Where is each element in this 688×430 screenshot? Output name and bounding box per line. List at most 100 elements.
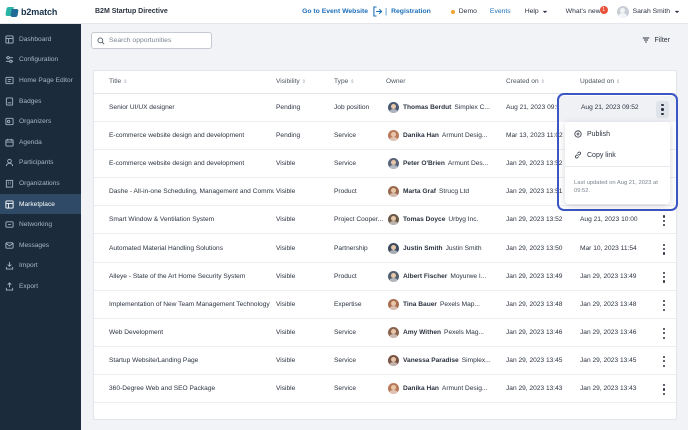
sidebar-item-badges[interactable]: Badges	[0, 91, 81, 112]
row-owner[interactable]: Amy Withen Pexels Mag...	[388, 319, 500, 346]
row-owner[interactable]: Danika Han Armunt Desig...	[388, 375, 500, 402]
row-owner[interactable]: Vanessa Paradise Simplex...	[388, 347, 500, 374]
menu-divider	[565, 166, 670, 167]
owner-avatar	[388, 102, 399, 114]
owner-avatar	[388, 186, 399, 198]
whats-new-button[interactable]: What's new 1	[565, 6, 608, 15]
row-title[interactable]: Implementation of New Team Management Te…	[109, 291, 274, 318]
row-title[interactable]: Dashe - All-in-one Scheduling, Managemen…	[109, 178, 274, 205]
table-row[interactable]: Implementation of New Team Management Te…	[94, 291, 676, 319]
row-type: Product	[334, 272, 357, 280]
sort-icon: ⇕	[123, 78, 128, 85]
sidebar-item-configuration[interactable]: Configuration	[0, 50, 81, 71]
sidebar-item-import[interactable]: Import	[0, 256, 81, 277]
events-link[interactable]: Events	[490, 8, 511, 15]
help-label: Help	[524, 8, 539, 15]
sidebar-item-dashboard[interactable]: Dashboard	[0, 29, 81, 50]
table-row[interactable]: 360-Degree Web and SEO Package Visible Ser…	[94, 375, 676, 404]
brand[interactable]: b2match	[0, 6, 81, 18]
sidebar-item-messages[interactable]: Messages	[0, 235, 81, 256]
sidebar-item-marketplace[interactable]: Marketplace	[0, 193, 81, 215]
row-owner[interactable]: Albert Fischer Moyurwe I...	[388, 263, 500, 290]
registration-link[interactable]: Registration	[391, 8, 431, 15]
column-header-type[interactable]: Type ⇕	[334, 78, 355, 85]
more-options-icon[interactable]	[662, 299, 666, 311]
row-type: Product	[334, 188, 357, 196]
more-options-icon[interactable]	[662, 243, 666, 255]
row-title[interactable]: 360-Degree Web and SEO Package	[109, 375, 274, 402]
sidebar-item-agenda[interactable]: Agenda	[0, 132, 81, 153]
search-box[interactable]	[91, 32, 212, 49]
link-icon	[574, 151, 582, 159]
sidebar-item-organizations[interactable]: Organizations	[0, 173, 81, 194]
go-to-event-link[interactable]: Go to Event Website	[302, 8, 368, 15]
more-options-icon[interactable]	[662, 384, 666, 395]
row-context-menu: Publish Copy link Last updated on Aug 21…	[565, 122, 670, 204]
sidebar-item-label: Networking	[19, 221, 52, 229]
row-title[interactable]: Startup Website/Landing Page	[109, 347, 274, 374]
filter-button[interactable]: Filter	[642, 36, 670, 44]
row-visibility: Visible	[276, 272, 296, 280]
sidebar-item-export[interactable]: Export	[0, 276, 81, 297]
table-row[interactable]: Alleye - State of the Art Home Security …	[94, 263, 676, 291]
row-type: Expertise	[334, 300, 362, 308]
home-page-editor-icon	[5, 76, 14, 85]
owner-name: Justin Smith	[403, 244, 443, 252]
row-title[interactable]: Web Development	[109, 319, 274, 346]
row-owner[interactable]: Tina Bauer Pexels Map...	[388, 291, 500, 318]
sidebar-item-organizers[interactable]: Organizers	[0, 111, 81, 132]
row-title[interactable]: E-commerce website design and developmen…	[109, 122, 274, 149]
row-owner[interactable]: Marta Graf Strucg Ltd	[388, 178, 500, 205]
column-header-visibility[interactable]: Visibility ⇕	[276, 78, 306, 85]
row-owner[interactable]: Tomas Doyce Urbyg Inc.	[388, 206, 500, 233]
whats-new-count-badge: 1	[599, 6, 608, 14]
owner-organization: Urbyg Inc.	[448, 216, 479, 224]
more-options-icon[interactable]	[662, 271, 666, 283]
help-menu[interactable]: Help	[525, 8, 548, 15]
more-options-icon[interactable]	[662, 327, 666, 339]
table-row[interactable]: Startup Website/Landing Page Visible Servi…	[94, 347, 676, 375]
row-title[interactable]: Smart Window & Ventilation System	[109, 206, 274, 233]
table-row[interactable]: Automated Material Handling Solutions Vis…	[94, 235, 676, 263]
search-input[interactable]	[109, 37, 209, 44]
row-owner[interactable]: Peter O'Brien Armunt Des...	[388, 150, 500, 177]
copy-link-menu-item[interactable]: Copy link	[574, 151, 616, 159]
row-title[interactable]: Automated Material Handling Solutions	[109, 235, 274, 262]
whats-new-label: What's new	[565, 8, 601, 15]
user-name: Sarah Smith	[632, 8, 670, 15]
sidebar-item-networking[interactable]: Networking	[0, 214, 81, 235]
toolbar: Filter	[81, 24, 688, 62]
table-row[interactable]: Web Development Visible Service Amy Withen P…	[94, 319, 676, 347]
sort-icon: ⇕	[350, 78, 355, 85]
row-owner[interactable]: Thomas Berdut Simplex C...	[388, 94, 500, 121]
more-options-icon[interactable]	[662, 215, 666, 227]
sidebar-item-home-page-editor[interactable]: Home Page Editor	[0, 70, 81, 91]
row-title[interactable]: Alleye - State of the Art Home Security …	[109, 263, 274, 290]
sidebar-item-label: Dashboard	[19, 35, 52, 43]
row-title[interactable]: E-commerce website design and developmen…	[109, 150, 274, 177]
row-type: Service	[334, 160, 356, 168]
owner-organization: Armunt Desig...	[441, 132, 488, 140]
demo-indicator[interactable]: Demo	[450, 8, 477, 15]
owner-avatar	[388, 242, 399, 254]
sidebar-item-participants[interactable]: Participants	[0, 153, 81, 174]
owner-name: Amy Withen	[403, 328, 442, 336]
column-header-updated-on[interactable]: Updated on ⇕	[580, 78, 620, 85]
external-link-icon[interactable]	[373, 6, 383, 17]
column-header-title[interactable]: Title ⇕	[109, 78, 127, 85]
row-title[interactable]: Senior UI/UX designer	[109, 94, 274, 121]
owner-avatar	[388, 158, 399, 170]
user-menu[interactable]: Sarah Smith	[616, 5, 680, 18]
sidebar-item-label: Organizations	[19, 179, 60, 187]
top-right-nav: Go to Event Website | Registration Demo …	[302, 0, 688, 24]
owner-avatar	[388, 383, 399, 395]
networking-icon	[5, 220, 14, 229]
more-options-icon[interactable]	[662, 355, 666, 367]
row-updated-on: Jan 29, 2023 13:46	[580, 328, 637, 336]
row-owner[interactable]: Justin Smith Justin Smith	[388, 235, 500, 262]
sidebar-item-label: Agenda	[19, 138, 42, 146]
row-owner[interactable]: Danika Han Armunt Desig...	[388, 122, 500, 149]
publish-menu-item[interactable]: Publish	[574, 130, 610, 138]
column-header-created-on[interactable]: Created on ⇕	[506, 78, 545, 85]
owner-organization: Justin Smith	[445, 244, 482, 252]
